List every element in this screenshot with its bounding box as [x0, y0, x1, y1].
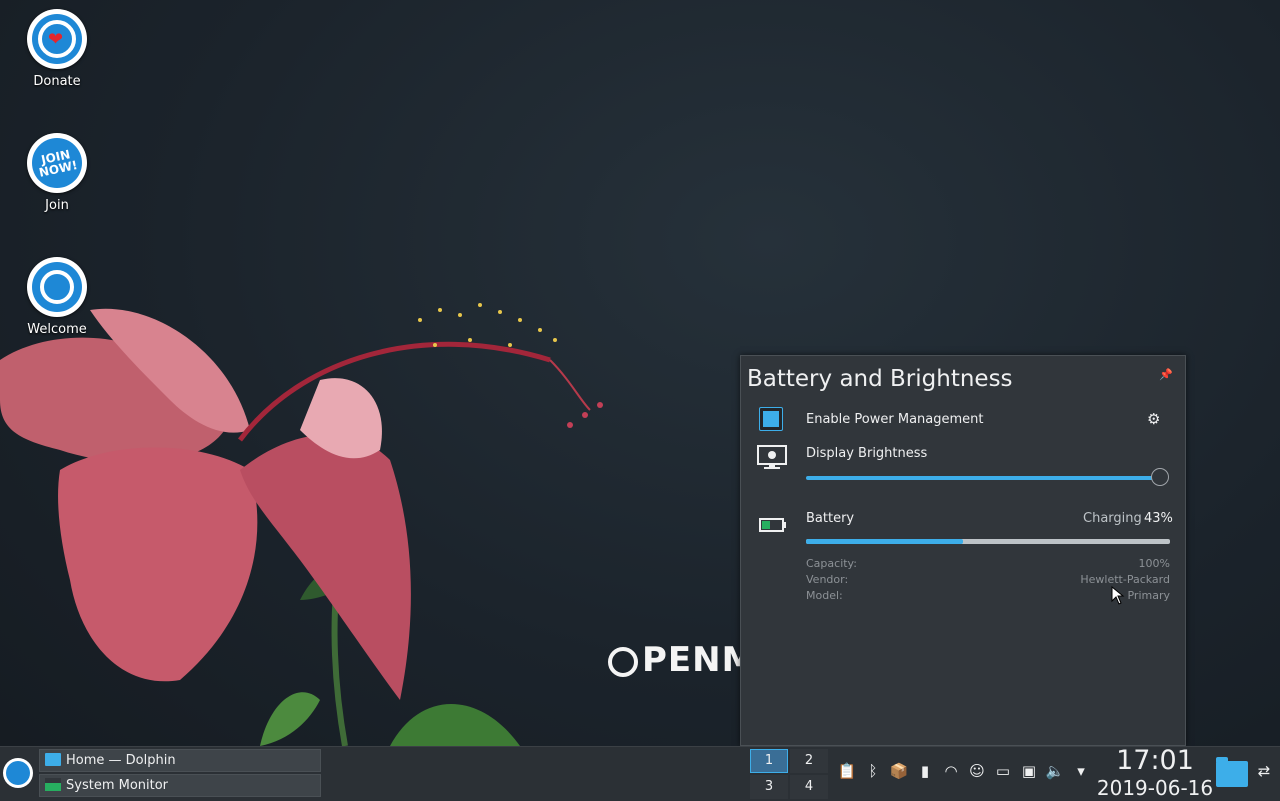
- virtual-desktop-pager: 1 2 3 4: [750, 749, 828, 799]
- battery-tray-icon[interactable]: ▭: [992, 760, 1014, 782]
- capacity-key: Capacity:: [806, 557, 857, 570]
- expand-tray-icon[interactable]: ▾: [1070, 760, 1092, 782]
- task-dolphin[interactable]: Home — Dolphin: [39, 749, 321, 772]
- battery-progress-fill: [806, 539, 963, 544]
- brightness-slider-handle[interactable]: [1151, 468, 1169, 486]
- battery-status: Charging: [1083, 511, 1142, 526]
- configure-icon[interactable]: ⚙: [1147, 411, 1163, 427]
- desktop-1[interactable]: 1: [750, 749, 788, 773]
- power-management-label: Enable Power Management: [806, 412, 984, 427]
- trash-folder-icon[interactable]: [1216, 757, 1248, 787]
- brightness-slider-track[interactable]: [806, 476, 1158, 480]
- battery-percent: 43%: [1144, 511, 1173, 526]
- battery-progress-bar: [806, 539, 1170, 544]
- mouse-cursor-icon: [1111, 586, 1125, 605]
- capacity-value: 100%: [1138, 557, 1170, 570]
- task-system-monitor[interactable]: System Monitor: [39, 774, 321, 797]
- taskbar: Home — Dolphin System Monitor 1 2 3 4 📋 …: [0, 745, 1280, 801]
- package-updates-icon[interactable]: 📦: [888, 760, 910, 782]
- pin-icon[interactable]: 📌: [1159, 368, 1173, 381]
- desktop-icon-welcome[interactable]: Welcome: [14, 257, 100, 337]
- desktop-2[interactable]: 2: [790, 749, 828, 773]
- clock-date: 2019-06-16: [1096, 776, 1214, 800]
- panel-settings-icon[interactable]: ⇄: [1253, 760, 1275, 782]
- battery-charging-icon: [759, 518, 786, 532]
- desktop-icon-join[interactable]: JOIN NOW! Join: [14, 133, 100, 213]
- wifi-icon[interactable]: ◠: [940, 760, 962, 782]
- user-icon[interactable]: ☺: [966, 760, 988, 782]
- power-management-checkbox[interactable]: [759, 407, 783, 431]
- vendor-key: Vendor:: [806, 573, 849, 586]
- model-key: Model:: [806, 589, 843, 602]
- desktop-icon-label: Donate: [33, 74, 81, 89]
- task-label: System Monitor: [66, 778, 169, 793]
- clock-time: 17:01: [1116, 745, 1194, 776]
- vendor-value: Hewlett-Packard: [1080, 573, 1170, 586]
- clipboard-icon[interactable]: 📋: [836, 760, 858, 782]
- donate-heart-icon: ❤: [27, 9, 87, 69]
- popup-title: Battery and Brightness: [747, 366, 1013, 392]
- bluetooth-icon[interactable]: ᛒ: [862, 760, 884, 782]
- desktop-3[interactable]: 3: [750, 775, 788, 799]
- application-launcher[interactable]: [3, 758, 33, 788]
- desktop-4[interactable]: 4: [790, 775, 828, 799]
- task-label: Home — Dolphin: [66, 753, 176, 768]
- system-monitor-icon: [45, 778, 61, 791]
- volume-icon[interactable]: 🔈: [1044, 760, 1066, 782]
- desktop-icon-label: Join: [45, 198, 69, 213]
- desktop-icon-label: Welcome: [27, 322, 87, 337]
- desktop-icon-donate[interactable]: ❤ Donate: [14, 9, 100, 89]
- folder-icon: [45, 753, 61, 766]
- vault-icon[interactable]: ▣: [1018, 760, 1040, 782]
- battery-label: Battery: [806, 511, 855, 526]
- digital-clock[interactable]: 17:01 2019-06-16: [1096, 745, 1214, 799]
- join-badge-text: JOIN NOW!: [37, 147, 79, 180]
- display-brightness-label: Display Brightness: [806, 446, 928, 461]
- model-value: Primary: [1127, 589, 1170, 602]
- usb-device-icon[interactable]: ▮: [914, 760, 936, 782]
- display-brightness-icon: [757, 445, 787, 469]
- openmandriva-icon: [27, 257, 87, 317]
- join-now-icon: JOIN NOW!: [27, 133, 87, 193]
- battery-brightness-popup: Battery and Brightness 📌 Enable Power Ma…: [740, 355, 1186, 746]
